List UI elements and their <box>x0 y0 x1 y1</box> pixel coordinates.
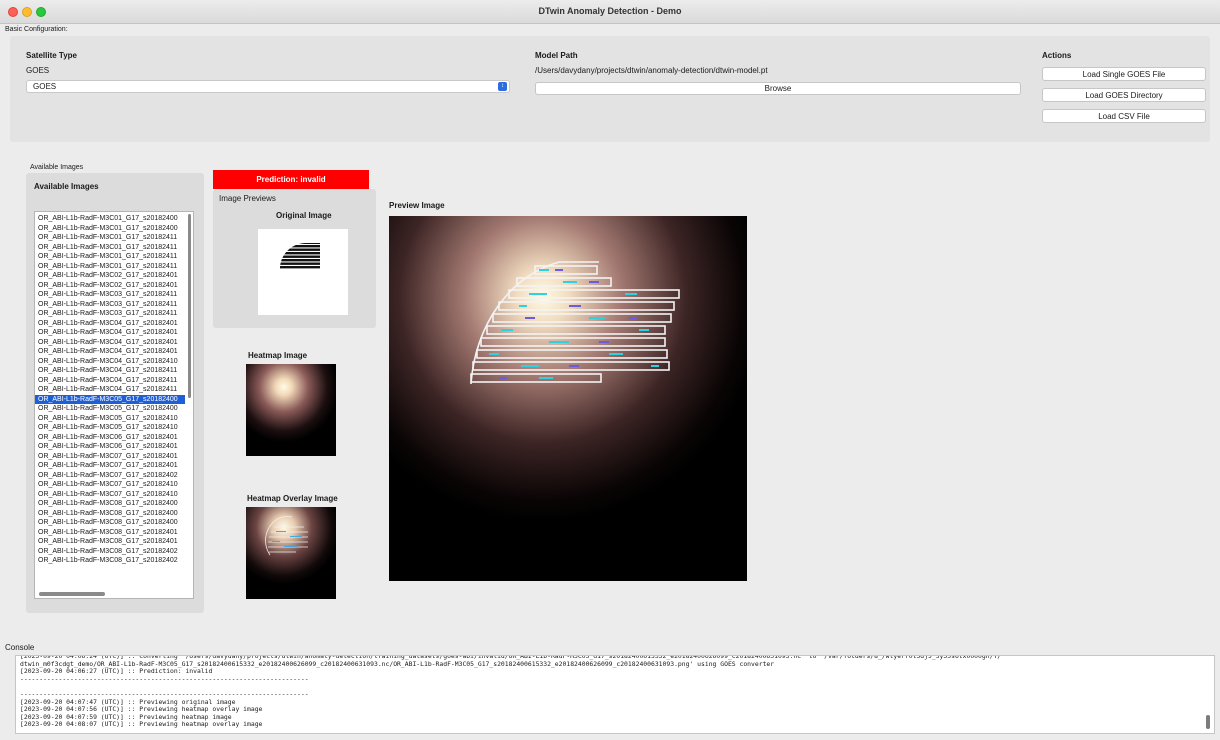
image-list-item[interactable]: OR_ABI-L1b-RadF-M3C07_G17_s20182401 <box>35 452 185 462</box>
image-list-item[interactable]: OR_ABI-L1b-RadF-M3C03_G17_s20182411 <box>35 290 185 300</box>
image-previews-panel: Image Previews Original Image <box>213 189 376 328</box>
image-list-item[interactable]: OR_ABI-L1b-RadF-M3C04_G17_s20182401 <box>35 319 185 329</box>
image-list-item[interactable]: OR_ABI-L1b-RadF-M3C04_G17_s20182411 <box>35 366 185 376</box>
console-output[interactable]: [2023-09-20 04:06:24 (UTC)] :: Convertin… <box>15 655 1215 734</box>
prediction-banner: Prediction: invalid <box>213 170 369 189</box>
list-vertical-scrollbar[interactable] <box>188 214 191 398</box>
window-titlebar: DTwin Anomaly Detection - Demo <box>0 0 1220 24</box>
image-list-item[interactable]: OR_ABI-L1b-RadF-M3C06_G17_s20182401 <box>35 433 185 443</box>
image-list-item[interactable]: OR_ABI-L1b-RadF-M3C08_G17_s20182401 <box>35 528 185 538</box>
image-list-item[interactable]: OR_ABI-L1b-RadF-M3C04_G17_s20182411 <box>35 385 185 395</box>
image-list-item[interactable]: OR_ABI-L1b-RadF-M3C04_G17_s20182401 <box>35 338 185 348</box>
available-images-group-label: Available Images <box>30 164 84 171</box>
console-line: ----------------------------------------… <box>20 675 309 683</box>
image-list-item[interactable]: OR_ABI-L1b-RadF-M3C01_G17_s20182400 <box>35 224 185 234</box>
image-list-item[interactable]: OR_ABI-L1b-RadF-M3C02_G17_s20182401 <box>35 271 185 281</box>
satellite-type-current: GOES <box>26 66 50 75</box>
console-label: Console <box>5 643 35 652</box>
image-list-item[interactable]: OR_ABI-L1b-RadF-M3C08_G17_s20182400 <box>35 499 185 509</box>
image-list-item[interactable]: OR_ABI-L1b-RadF-M3C05_G17_s20182410 <box>35 423 185 433</box>
image-list-item[interactable]: OR_ABI-L1b-RadF-M3C02_G17_s20182401 <box>35 281 185 291</box>
image-list-item[interactable]: OR_ABI-L1b-RadF-M3C03_G17_s20182411 <box>35 300 185 310</box>
image-list-item[interactable]: OR_ABI-L1b-RadF-M3C08_G17_s20182400 <box>35 518 185 528</box>
image-list-item[interactable]: OR_ABI-L1b-RadF-M3C08_G17_s20182402 <box>35 556 185 566</box>
window-title: DTwin Anomaly Detection - Demo <box>538 6 682 16</box>
list-horizontal-scrollbar[interactable] <box>39 592 105 596</box>
actions-heading: Actions <box>1042 51 1072 60</box>
original-image-graphic <box>280 242 320 269</box>
image-list-item[interactable]: OR_ABI-L1b-RadF-M3C07_G17_s20182401 <box>35 461 185 471</box>
image-list-item[interactable]: OR_ABI-L1b-RadF-M3C08_G17_s20182401 <box>35 537 185 547</box>
image-list-item[interactable]: OR_ABI-L1b-RadF-M3C01_G17_s20182411 <box>35 252 185 262</box>
image-list-item[interactable]: OR_ABI-L1b-RadF-M3C04_G17_s20182410 <box>35 357 185 367</box>
heatmap-overlay-image[interactable] <box>246 507 336 599</box>
console-line: [2023-09-20 04:07:59 (UTC)] :: Previewin… <box>20 713 232 721</box>
console-scrollbar[interactable] <box>1206 715 1210 729</box>
console-line: [2023-09-20 04:08:07 (UTC)] :: Previewin… <box>20 721 263 729</box>
image-list-item[interactable]: OR_ABI-L1b-RadF-M3C01_G17_s20182411 <box>35 262 185 272</box>
image-list-item[interactable]: OR_ABI-L1b-RadF-M3C08_G17_s20182400 <box>35 509 185 519</box>
heatmap-image[interactable] <box>246 364 336 456</box>
model-path-heading: Model Path <box>535 51 578 60</box>
image-list-item[interactable]: OR_ABI-L1b-RadF-M3C08_G17_s20182402 <box>35 547 185 557</box>
heatmap-overlay-title: Heatmap Overlay Image <box>247 494 338 503</box>
image-list-item[interactable]: OR_ABI-L1b-RadF-M3C01_G17_s20182411 <box>35 243 185 253</box>
basic-config-label: Basic Configuration: <box>5 26 68 33</box>
load-goes-directory-button[interactable]: Load GOES Directory <box>1042 88 1206 102</box>
original-image-title: Original Image <box>276 211 332 220</box>
image-list-item[interactable]: OR_ABI-L1b-RadF-M3C07_G17_s20182402 <box>35 471 185 481</box>
chevron-updown-icon: ↕ <box>498 82 507 91</box>
image-list-item[interactable]: OR_ABI-L1b-RadF-M3C05_G17_s20182410 <box>35 414 185 424</box>
available-images-panel: Available Images OR_ABI-L1b-RadF-M3C01_G… <box>26 173 204 613</box>
browse-button[interactable]: Browse <box>535 82 1021 95</box>
console-line: ----------------------------------------… <box>20 690 309 698</box>
basic-config-panel: Satellite Type GOES GOES ↕ Model Path /U… <box>10 36 1210 142</box>
image-list-item[interactable]: OR_ABI-L1b-RadF-M3C05_G17_s20182400 <box>35 404 185 414</box>
original-image[interactable] <box>258 229 348 315</box>
heatmap-overlay-graphic <box>246 507 336 599</box>
preview-image-graphic <box>389 216 747 581</box>
console-line: dtwin_m0f3cdgt_demo/OR_ABI-L1b-RadF-M3C0… <box>20 660 775 668</box>
preview-image-title: Preview Image <box>389 201 445 210</box>
image-list-item[interactable]: OR_ABI-L1b-RadF-M3C04_G17_s20182401 <box>35 347 185 357</box>
heatmap-image-title: Heatmap Image <box>248 351 308 360</box>
load-csv-file-button[interactable]: Load CSV File <box>1042 109 1206 123</box>
console-line: [2023-09-20 04:07:47 (UTC)] :: Previewin… <box>20 698 236 706</box>
available-images-heading: Available Images <box>34 182 99 191</box>
image-list-item[interactable]: OR_ABI-L1b-RadF-M3C05_G17_s20182400 <box>35 394 185 404</box>
available-images-list[interactable]: OR_ABI-L1b-RadF-M3C01_G17_s20182400 OR_AB… <box>34 211 194 599</box>
image-list-item[interactable]: OR_ABI-L1b-RadF-M3C04_G17_s20182411 <box>35 376 185 386</box>
image-previews-label: Image Previews <box>219 194 276 203</box>
satellite-type-select-value: GOES <box>33 82 57 91</box>
heatmap-image-graphic <box>246 364 336 456</box>
image-list-item[interactable]: OR_ABI-L1b-RadF-M3C07_G17_s20182410 <box>35 480 185 490</box>
image-list-item[interactable]: OR_ABI-L1b-RadF-M3C04_G17_s20182401 <box>35 328 185 338</box>
console-line: [2023-09-20 04:06:27 (UTC)] :: Predictio… <box>20 668 213 676</box>
image-list-item[interactable]: OR_ABI-L1b-RadF-M3C03_G17_s20182411 <box>35 309 185 319</box>
image-list-item[interactable]: OR_ABI-L1b-RadF-M3C01_G17_s20182400 <box>35 214 185 224</box>
console-line: [2023-09-20 04:07:56 (UTC)] :: Previewin… <box>20 706 263 714</box>
preview-image[interactable] <box>389 216 747 581</box>
load-single-goes-file-button[interactable]: Load Single GOES File <box>1042 67 1206 81</box>
image-list-item[interactable]: OR_ABI-L1b-RadF-M3C01_G17_s20182411 <box>35 233 185 243</box>
image-list-item[interactable]: OR_ABI-L1b-RadF-M3C07_G17_s20182410 <box>35 490 185 500</box>
satellite-type-heading: Satellite Type <box>26 51 77 60</box>
model-path-value: /Users/davydany/projects/dtwin/anomaly-d… <box>535 66 768 75</box>
image-list-item[interactable]: OR_ABI-L1b-RadF-M3C06_G17_s20182401 <box>35 442 185 452</box>
satellite-type-select[interactable]: GOES ↕ <box>26 80 510 93</box>
